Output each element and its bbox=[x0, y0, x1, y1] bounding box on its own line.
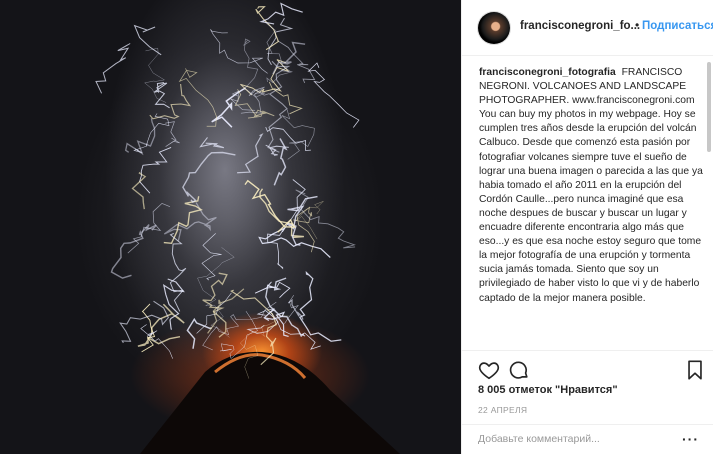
post-date[interactable]: 22 АПРЕЛЯ bbox=[478, 405, 527, 415]
lightning-bolt bbox=[259, 2, 303, 25]
lightning-bolt bbox=[153, 82, 170, 109]
lightning-bolt bbox=[162, 278, 185, 330]
lightning-bolt bbox=[124, 118, 156, 156]
post-photo[interactable] bbox=[0, 0, 461, 454]
lightning-bolt bbox=[201, 233, 222, 281]
lightning-bolt bbox=[144, 47, 167, 103]
lightning-bolt bbox=[272, 41, 306, 75]
post-side-panel: francisconegroni_fo... • Подписаться fra… bbox=[461, 0, 713, 454]
lightning-bolt bbox=[197, 247, 235, 338]
lightning-bolt bbox=[178, 68, 217, 127]
lightning-bolt bbox=[137, 303, 185, 347]
caption-text: FRANCISCO NEGRONI. VOLCANOES AND LANDSCA… bbox=[479, 67, 703, 304]
lightning-bolt bbox=[267, 60, 291, 153]
lightning-bolt bbox=[265, 277, 305, 338]
lightning-bolt bbox=[95, 43, 131, 94]
heart-icon[interactable] bbox=[478, 359, 500, 381]
lightning-bolt bbox=[127, 202, 171, 254]
lightning-bolt bbox=[119, 300, 170, 344]
volcano-silhouette bbox=[140, 351, 400, 454]
caption-scrollbar[interactable] bbox=[707, 62, 711, 152]
action-bar bbox=[462, 350, 713, 380]
lightning-bolt bbox=[163, 202, 217, 241]
lightning-bolt bbox=[298, 270, 342, 342]
lightning-bolt bbox=[284, 295, 299, 324]
lightning-bolt bbox=[182, 151, 236, 203]
lightning-bolt bbox=[163, 196, 203, 245]
likes-count[interactable]: 8 005 отметок "Нравится" bbox=[478, 384, 618, 396]
follow-button[interactable]: Подписаться bbox=[642, 20, 713, 32]
lightning-bolt bbox=[202, 301, 277, 351]
more-options-icon[interactable]: ··· bbox=[682, 431, 699, 447]
lightning-bolt bbox=[140, 324, 173, 359]
lightning-bolt bbox=[149, 83, 192, 120]
lightning-bolt bbox=[219, 311, 258, 359]
header-username[interactable]: francisconegroni_fo... bbox=[520, 20, 640, 32]
lightning-bolt bbox=[210, 29, 268, 74]
lightning-bolt bbox=[295, 189, 356, 249]
lightning-bolt bbox=[267, 17, 294, 66]
lightning-bolt bbox=[243, 38, 266, 98]
post-header: francisconegroni_fo... • Подписаться bbox=[462, 0, 713, 56]
lightning-bolt bbox=[273, 138, 288, 186]
lightning-bolt bbox=[139, 146, 172, 194]
bookmark-icon[interactable] bbox=[684, 359, 706, 381]
lightning-bolt bbox=[186, 317, 212, 349]
comment-icon[interactable] bbox=[508, 359, 530, 381]
avatar[interactable] bbox=[478, 12, 510, 44]
lightning-bolt bbox=[237, 133, 264, 174]
lightning-bolt bbox=[265, 144, 289, 156]
lightning-bolt bbox=[307, 62, 360, 128]
lightning-bolt bbox=[281, 109, 315, 160]
separator-dot: • bbox=[635, 18, 640, 32]
lightning-overlay bbox=[95, 2, 400, 454]
caption-username[interactable]: francisconegroni_fotografia bbox=[479, 67, 616, 78]
lightning-bolt bbox=[254, 281, 291, 299]
post-caption: francisconegroni_fotografia FRANCISCO NE… bbox=[462, 56, 713, 348]
lightning-bolt bbox=[169, 232, 187, 312]
lightning-bolt bbox=[110, 224, 157, 279]
lightning-bolt bbox=[287, 195, 318, 246]
comment-input[interactable] bbox=[478, 433, 668, 445]
lightning-bolt bbox=[131, 171, 147, 210]
lightning-bolt bbox=[199, 137, 225, 149]
comment-bar: ··· bbox=[462, 424, 713, 454]
